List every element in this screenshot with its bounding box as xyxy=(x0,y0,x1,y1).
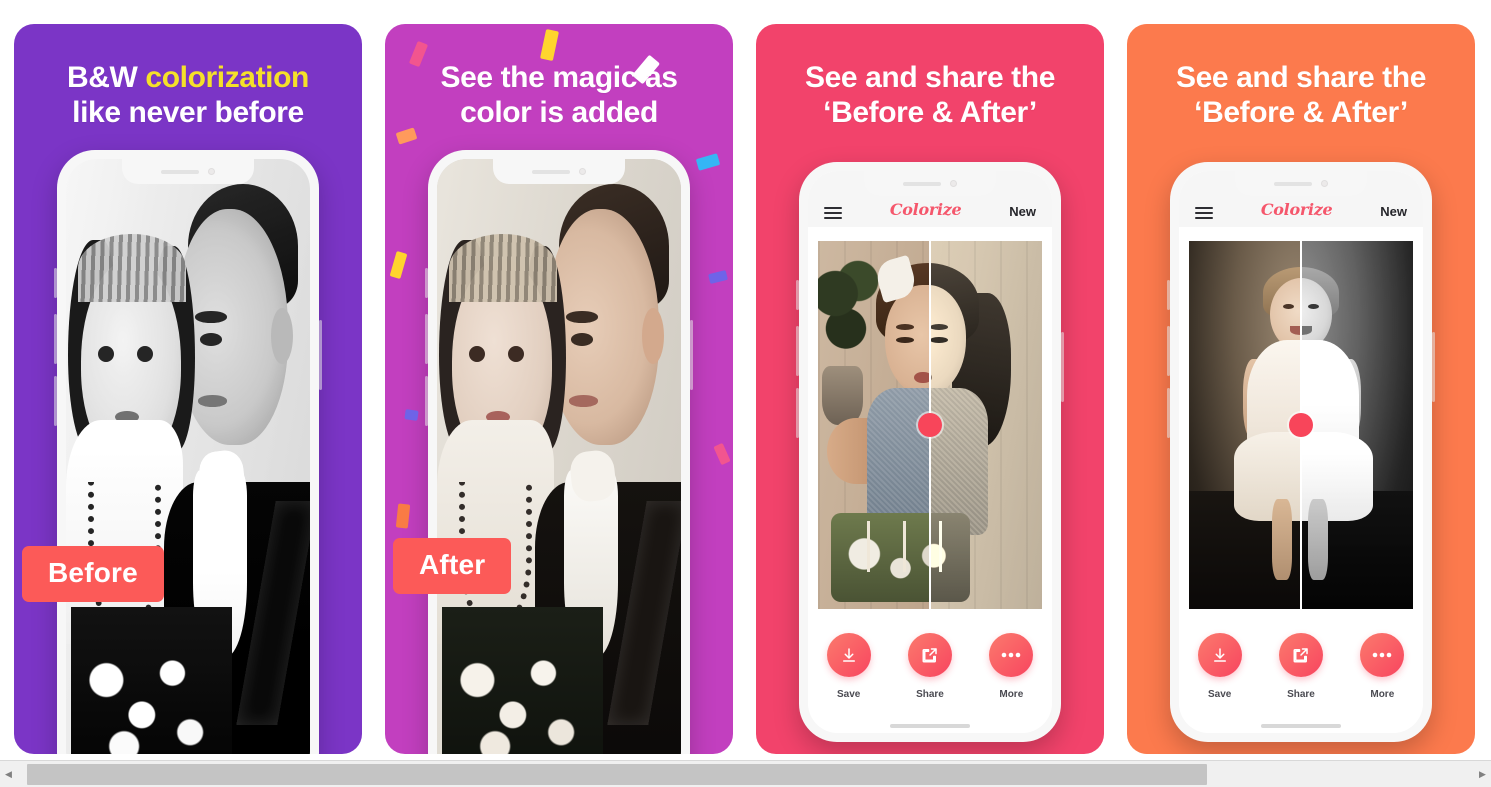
phone-power-button xyxy=(1432,332,1435,402)
download-icon xyxy=(1197,633,1242,677)
front-camera-icon xyxy=(208,168,215,175)
home-indicator xyxy=(1261,724,1341,728)
scroll-left-arrow-icon[interactable]: ◀ xyxy=(0,760,17,787)
phone-screen: Colorize New Save Share More xyxy=(1179,171,1423,733)
phone-body: Colorize New Save Share More xyxy=(1170,162,1432,742)
phone-mockup: Colorize New Save Share More xyxy=(1167,162,1435,742)
horizontal-scrollbar[interactable]: ◀ ▶ xyxy=(0,760,1491,787)
app-photo-area[interactable] xyxy=(808,227,1052,615)
more-label: More xyxy=(999,689,1024,700)
comparison-slider-handle[interactable] xyxy=(1289,413,1313,437)
gallery-panel-share-pink[interactable]: See and share the ‘Before & After’ Color… xyxy=(756,24,1104,754)
home-indicator xyxy=(890,724,970,728)
confetti-piece xyxy=(389,250,408,280)
ellipsis-icon xyxy=(989,633,1034,677)
gallery-panel-share-orange[interactable]: See and share the ‘Before & After’ Color… xyxy=(1127,24,1475,754)
phone-power-button xyxy=(319,320,322,390)
scrollbar-track[interactable] xyxy=(17,760,1474,787)
earpiece-speaker-icon xyxy=(161,169,199,174)
panel-headline: See the magic as color is added xyxy=(385,24,733,131)
app-action-bar: Save Share More xyxy=(1179,615,1423,733)
phone-screen xyxy=(66,159,310,754)
phone-power-button xyxy=(690,320,693,390)
headline-line2: ‘Before & After’ xyxy=(1194,96,1408,130)
app-photo-area[interactable] xyxy=(1179,227,1423,615)
panel-headline: See and share the ‘Before & After’ xyxy=(756,24,1104,131)
after-tag: After xyxy=(393,538,512,594)
phone-power-button xyxy=(1061,332,1064,402)
phone-mockup: Colorize New Save Share More xyxy=(796,162,1064,742)
before-after-comparison[interactable] xyxy=(818,241,1042,609)
share-button[interactable]: Share xyxy=(1265,633,1337,702)
save-label: Save xyxy=(1207,689,1232,700)
new-button[interactable]: New xyxy=(1380,204,1407,219)
photo-toddler-original xyxy=(1301,241,1413,609)
phone-mockup xyxy=(425,150,693,754)
download-icon xyxy=(826,633,871,677)
phone-notch xyxy=(493,159,625,184)
headline-line1: See and share the xyxy=(805,61,1055,94)
app-action-bar: Save Share More xyxy=(808,615,1052,733)
photo-birthday-girl-original xyxy=(930,241,1042,609)
earpiece-speaker-icon xyxy=(532,169,570,174)
app-brand-logo: Colorize xyxy=(1260,200,1333,219)
more-label: More xyxy=(1370,689,1395,700)
save-label: Save xyxy=(836,689,861,700)
headline-line1-accent: colorization xyxy=(145,61,309,94)
front-camera-icon xyxy=(1321,180,1328,187)
photo-wedding-couple-color xyxy=(437,159,681,754)
before-after-comparison[interactable] xyxy=(1189,241,1413,609)
phone-screen xyxy=(437,159,681,754)
new-button[interactable]: New xyxy=(1009,204,1036,219)
share-label: Share xyxy=(1287,689,1315,700)
front-camera-icon xyxy=(950,180,957,187)
front-camera-icon xyxy=(579,168,586,175)
more-button[interactable]: More xyxy=(1346,633,1418,702)
earpiece-speaker-icon xyxy=(1274,181,1312,186)
confetti-piece xyxy=(713,442,731,466)
external-link-icon xyxy=(1278,633,1323,677)
scroll-right-arrow-icon[interactable]: ▶ xyxy=(1474,760,1491,787)
app-store-screenshot-gallery[interactable]: B&W colorization like never before Befor… xyxy=(0,0,1491,760)
phone-notch xyxy=(864,171,996,196)
confetti-piece xyxy=(395,503,411,529)
share-button[interactable]: Share xyxy=(894,633,966,702)
hamburger-icon[interactable] xyxy=(824,207,842,219)
save-button[interactable]: Save xyxy=(813,633,885,702)
phone-body: Colorize New Save Share More xyxy=(799,162,1061,742)
headline-line1: See and share the xyxy=(1176,61,1426,94)
confetti-piece xyxy=(708,269,728,285)
save-button[interactable]: Save xyxy=(1184,633,1256,702)
headline-line1-white: B&W xyxy=(67,61,146,94)
app-brand-logo: Colorize xyxy=(889,200,962,219)
screenshot-root: B&W colorization like never before Befor… xyxy=(0,0,1491,787)
phone-screen: Colorize New Save Share More xyxy=(808,171,1052,733)
phone-mockup xyxy=(54,150,322,754)
confetti-piece xyxy=(695,153,721,171)
comparison-slider-handle[interactable] xyxy=(918,413,942,437)
share-label: Share xyxy=(916,689,944,700)
hamburger-icon[interactable] xyxy=(1195,207,1213,219)
gallery-panel-after[interactable]: See the magic as color is added After xyxy=(385,24,733,754)
phone-body xyxy=(428,150,690,754)
ellipsis-icon xyxy=(1360,633,1405,677)
panel-headline: B&W colorization like never before xyxy=(14,24,362,131)
more-button[interactable]: More xyxy=(975,633,1047,702)
headline-line2: color is added xyxy=(460,96,658,130)
headline-line1: See the magic as xyxy=(440,61,678,94)
external-link-icon xyxy=(907,633,952,677)
headline-line2: like never before xyxy=(72,96,304,130)
before-tag: Before xyxy=(22,546,164,602)
panel-headline: See and share the ‘Before & After’ xyxy=(1127,24,1475,131)
phone-notch xyxy=(1235,171,1367,196)
headline-line2: ‘Before & After’ xyxy=(823,96,1037,130)
phone-body xyxy=(57,150,319,754)
photo-wedding-couple-bw xyxy=(66,159,310,754)
confetti-piece xyxy=(404,409,419,421)
earpiece-speaker-icon xyxy=(903,181,941,186)
gallery-panel-before[interactable]: B&W colorization like never before Befor… xyxy=(14,24,362,754)
phone-notch xyxy=(122,159,254,184)
scrollbar-thumb[interactable] xyxy=(27,763,1207,785)
